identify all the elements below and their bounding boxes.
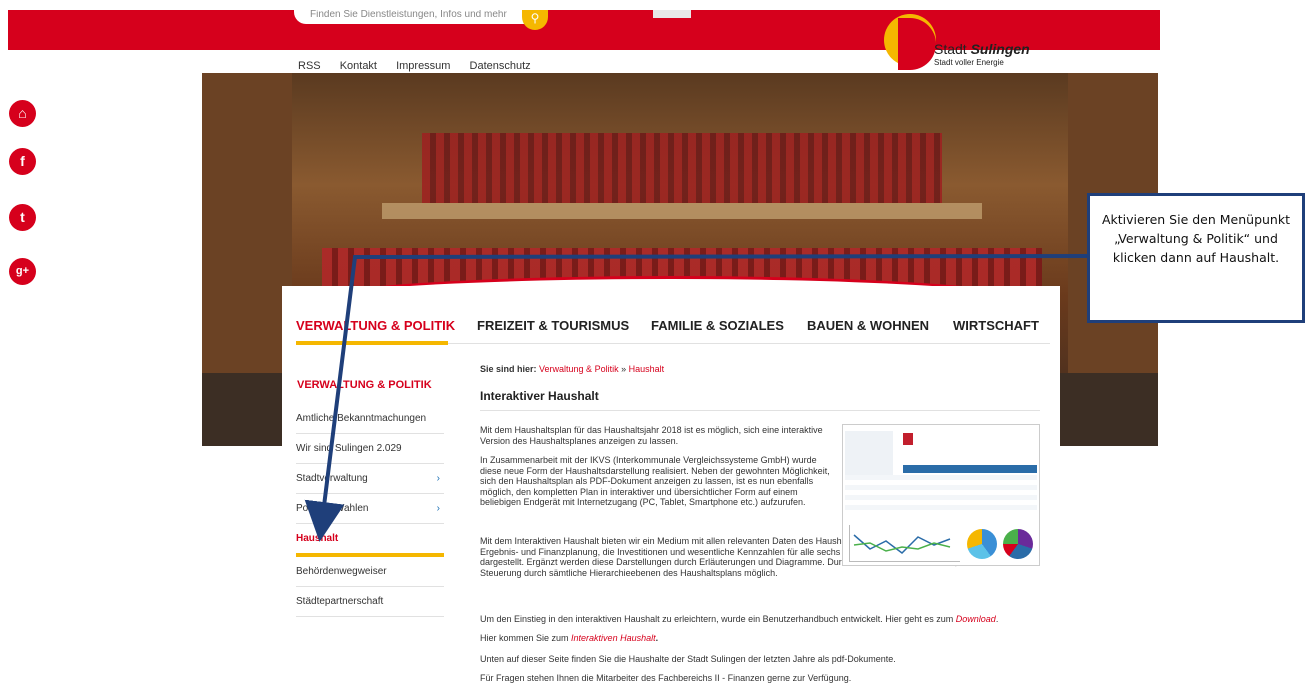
callout-arrow-icon (304, 254, 1088, 542)
